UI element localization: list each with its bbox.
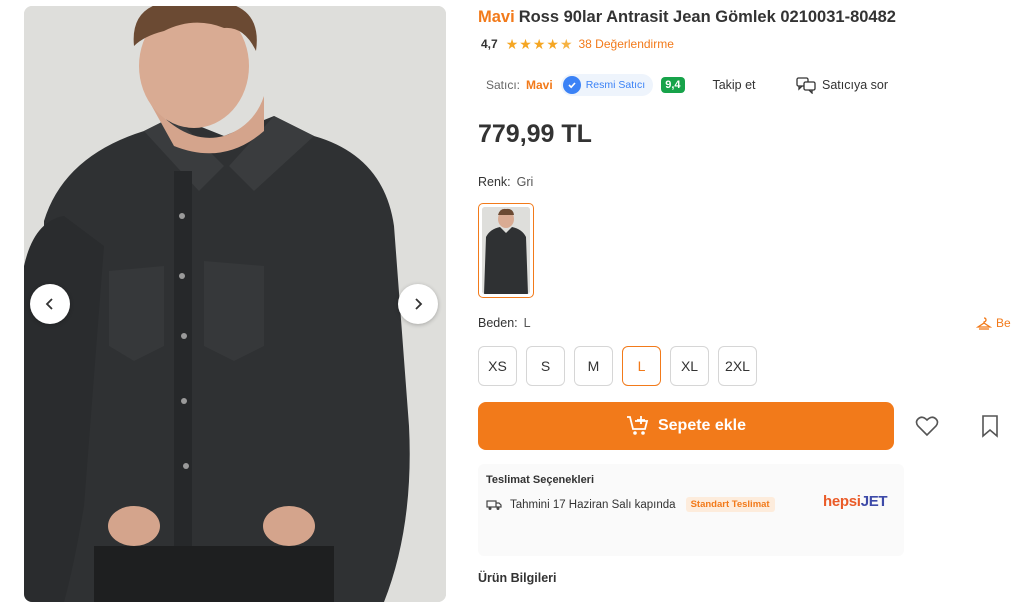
- hanger-icon: [976, 317, 992, 330]
- product-price: 779,99 TL: [478, 120, 592, 148]
- product-title: Mavi Ross 90lar Antrasit Jean Gömlek 0210…: [478, 8, 896, 27]
- chevron-left-icon: [45, 298, 53, 310]
- color-label: Renk:: [478, 175, 511, 189]
- size-guide-link[interactable]: Be: [976, 315, 1011, 331]
- size-value: L: [523, 316, 531, 330]
- size-option-s[interactable]: S: [526, 346, 565, 386]
- color-swatch-selected[interactable]: [478, 203, 534, 298]
- product-info-heading: Ürün Bilgileri: [478, 571, 557, 585]
- cart-plus-icon: [626, 416, 649, 435]
- star-half-icon: ★: [559, 36, 573, 52]
- product-image-gallery[interactable]: [24, 6, 446, 602]
- star-icon: ★: [546, 36, 559, 52]
- size-label: Beden:: [478, 316, 518, 330]
- size-row: Beden: L: [478, 316, 531, 330]
- product-name: Ross 90lar Antrasit Jean Gömlek 0210031-…: [518, 8, 896, 26]
- delivery-estimate-row: Tahmini 17 Haziran Salı kapında Standart…: [486, 497, 775, 512]
- brand-link[interactable]: Mavi: [478, 8, 515, 26]
- ask-seller-button[interactable]: Satıcıya sor: [790, 71, 894, 99]
- swatch-thumbnail: [482, 207, 530, 294]
- seller-row: Satıcı: Mavi Resmi Satıcı 9,4: [486, 72, 685, 98]
- ask-seller-label: Satıcıya sor: [822, 78, 888, 92]
- official-seller-badge: Resmi Satıcı: [560, 74, 654, 96]
- size-option-l[interactable]: L: [622, 346, 661, 386]
- chat-icon: [796, 77, 816, 94]
- reviews-link[interactable]: 38 Değerlendirme: [579, 37, 674, 51]
- gallery-prev-button[interactable]: [30, 284, 70, 324]
- product-photo: [24, 6, 446, 602]
- seller-score-badge: 9,4: [661, 77, 685, 93]
- bookmark-button[interactable]: [970, 406, 1010, 446]
- follow-seller-button[interactable]: Takip et: [700, 71, 768, 99]
- rating-stars: ★ ★ ★ ★ ★: [506, 37, 573, 51]
- seller-name-link[interactable]: Mavi: [526, 78, 553, 92]
- hepsijet-logo: hepsiJET: [823, 493, 888, 510]
- truck-icon: [486, 499, 502, 510]
- size-option-m[interactable]: M: [574, 346, 613, 386]
- star-icon: ★: [505, 36, 519, 52]
- favorite-button[interactable]: [907, 406, 947, 446]
- delivery-title: Teslimat Seçenekleri: [486, 474, 595, 486]
- delivery-options-panel: Teslimat Seçenekleri Tahmini 17 Haziran …: [478, 464, 904, 556]
- official-seller-label: Resmi Satıcı: [585, 79, 646, 91]
- add-to-cart-label: Sepete ekle: [657, 417, 747, 434]
- gallery-next-button[interactable]: [398, 284, 438, 324]
- star-icon: ★: [532, 36, 546, 52]
- size-option-xl[interactable]: XL: [670, 346, 709, 386]
- chevron-right-icon: [415, 298, 423, 310]
- delivery-estimate: Tahmini 17 Haziran Salı kapında: [510, 498, 676, 511]
- star-icon: ★: [519, 36, 532, 52]
- standard-delivery-badge: Standart Teslimat: [685, 497, 775, 512]
- size-option-2xl[interactable]: 2XL: [718, 346, 757, 386]
- color-value: Gri: [516, 175, 534, 189]
- bookmark-icon: [982, 415, 998, 438]
- size-guide-label: Be: [996, 316, 1011, 330]
- size-option-xs[interactable]: XS: [478, 346, 517, 386]
- rating-row: 4,7 ★ ★ ★ ★ ★ 38 Değerlendirme: [481, 37, 674, 51]
- rating-value: 4,7: [481, 37, 498, 51]
- verified-check-icon: [562, 76, 581, 94]
- color-row: Renk: Gri: [478, 175, 533, 189]
- size-options: XS S M L XL 2XL: [478, 346, 757, 386]
- heart-icon: [915, 416, 939, 437]
- seller-label: Satıcı:: [486, 78, 521, 92]
- add-to-cart-button[interactable]: Sepete ekle: [478, 402, 894, 450]
